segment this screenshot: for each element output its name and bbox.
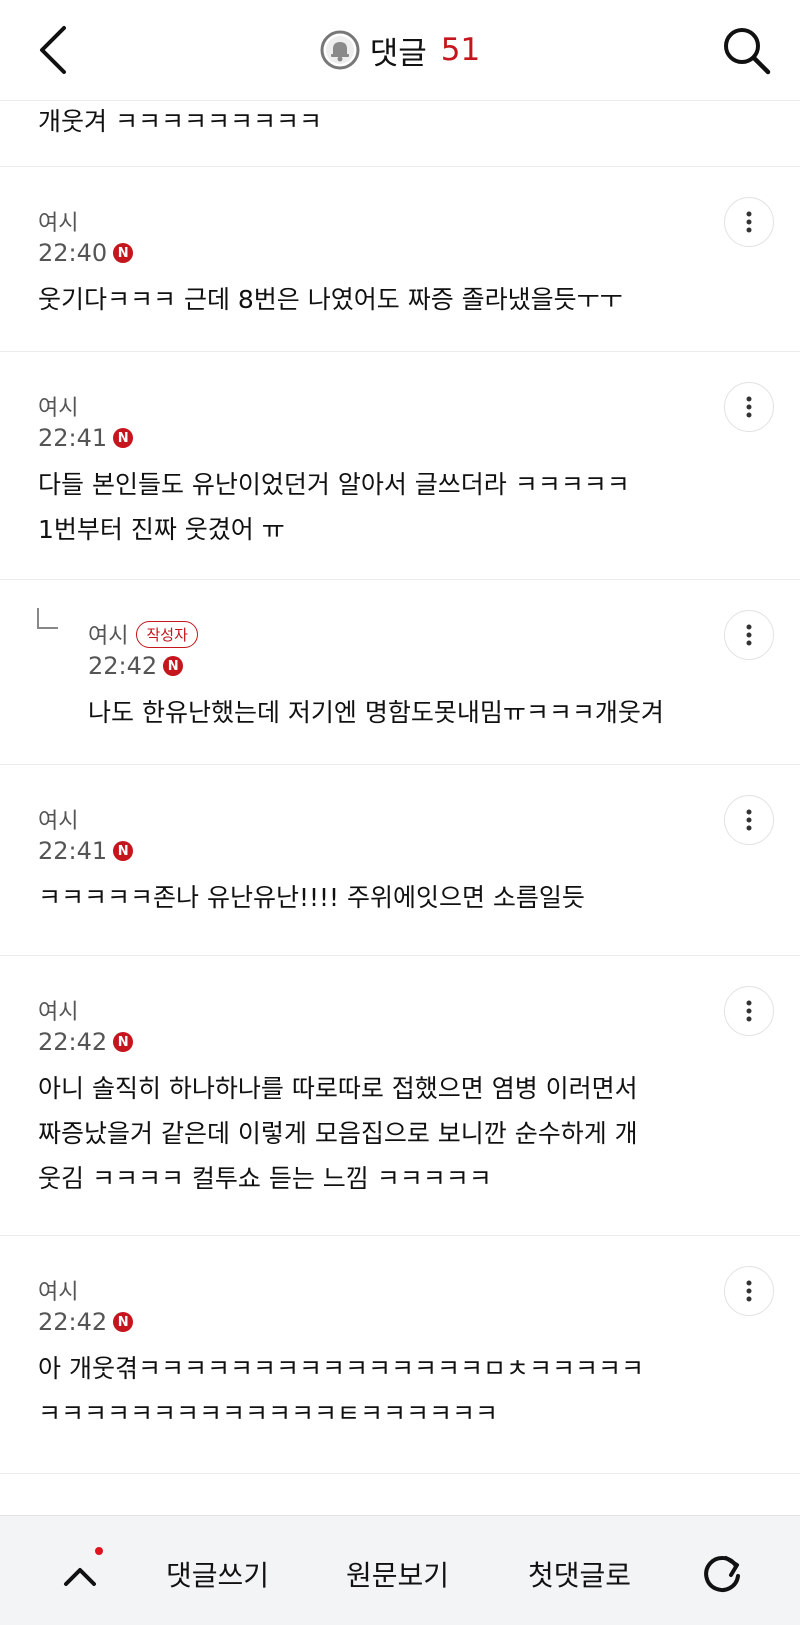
view-original-button[interactable]: 원문보기 [346, 1554, 449, 1594]
comment-time: 22:41 [38, 837, 108, 865]
new-badge: N [113, 1312, 134, 1332]
comment-time: 22:42 [88, 652, 158, 680]
bell-icon[interactable] [320, 30, 360, 70]
comment-text: 나도 한유난했는데 저기엔 명함도못내밈ㅠㅋㅋㅋ개웃겨 [88, 690, 664, 735]
comment-more-button[interactable] [724, 610, 774, 660]
more-vert-icon [746, 211, 752, 233]
new-badge: N [163, 656, 184, 676]
more-vert-icon [746, 1280, 752, 1302]
more-vert-icon [746, 624, 752, 646]
comment-item: 여시 22:42 N 아 개웃겪ㅋㅋㅋㅋㅋㅋㅋㅋㅋㅋㅋㅋㅋㅋㅋㅁㅊㅋㅋㅋㅋㅋ ㅋ… [0, 1236, 800, 1474]
comment-text: 개웃겨 ㅋㅋㅋㅋㅋㅋㅋㅋㅋ [38, 107, 322, 136]
comment-more-button[interactable] [724, 795, 774, 845]
comment-time: 22:42 [38, 1028, 108, 1056]
comment-more-button[interactable] [724, 382, 774, 432]
comment-meta: 22:42 N [38, 1028, 134, 1056]
comment-nickname[interactable]: 여시 [38, 994, 78, 1026]
comment-nickname[interactable]: 여시 [88, 624, 128, 649]
new-badge: N [113, 1032, 134, 1052]
comment-nickname[interactable]: 여시 [38, 390, 78, 422]
reply-arrow-icon [37, 608, 58, 629]
comment-line: 아니 솔직히 하나하나를 따로따로 접했으면 염병 이러면서 [38, 1074, 638, 1103]
comment-meta: 22:40 N [38, 239, 134, 267]
comment-nickname[interactable]: 여시 [38, 803, 78, 835]
more-vert-icon [746, 396, 752, 418]
comment-time: 22:40 [38, 239, 108, 267]
new-badge: N [113, 428, 134, 448]
comment-meta: 22:42 N [88, 652, 184, 680]
comment-time: 22:42 [38, 1308, 108, 1336]
refresh-icon [704, 1555, 740, 1592]
more-vert-icon [746, 809, 752, 831]
comment-text: 아니 솔직히 하나하나를 따로따로 접했으면 염병 이러면서 짜증났을거 같은데… [38, 1066, 638, 1201]
comment-line: 1번부터 진짜 웃겼어 ㅠ [38, 515, 285, 544]
comment-count: 51 [440, 32, 481, 68]
comment-nickname[interactable]: 여시 [38, 1274, 78, 1306]
notification-dot [95, 1547, 103, 1555]
comment-line: 다들 본인들도 유난이었던거 알아서 글쓰더라 ㅋㅋㅋㅋㅋ [38, 470, 630, 499]
header-title-group: 댓글 51 [0, 28, 800, 72]
comment-line: 웃김 ㅋㅋㅋㅋ 컬투쇼 듣는 느낌 ㅋㅋㅋㅋㅋ [38, 1164, 492, 1193]
comment-line: ㅋㅋㅋㅋㅋㅋㅋㅋㅋㅋㅋㅋㅋㅌㅋㅋㅋㅋㅋㅋ [38, 1399, 499, 1428]
comment-item: 여시 22:40 N 웃기다ㅋㅋㅋ 근데 8번은 나였어도 짜증 졸라냈을듯ㅜㅜ [0, 167, 800, 352]
comment-line: 웃기다ㅋㅋㅋ 근데 8번은 나였어도 짜증 졸라냈을듯ㅜㅜ [38, 285, 623, 314]
comment-nickname[interactable]: 여시 [38, 205, 78, 237]
reply-comment-item: 여시 작성자 22:42 N 나도 한유난했는데 저기엔 명함도못내밈ㅠㅋㅋㅋ개웃… [0, 580, 800, 765]
comment-list[interactable]: 개웃겨 ㅋㅋㅋㅋㅋㅋㅋㅋㅋ 여시 22:40 N 웃기다ㅋㅋㅋ 근데 8번은 나… [0, 100, 800, 1515]
write-comment-button[interactable]: 댓글쓰기 [166, 1554, 269, 1594]
search-icon [724, 28, 771, 75]
comment-item: 개웃겨 ㅋㅋㅋㅋㅋㅋㅋㅋㅋ [0, 100, 800, 167]
comment-more-button[interactable] [724, 986, 774, 1036]
more-vert-icon [746, 1000, 752, 1022]
comment-item: 여시 22:41 N 다들 본인들도 유난이었던거 알아서 글쓰더라 ㅋㅋㅋㅋㅋ… [0, 352, 800, 580]
comment-text: 웃기다ㅋㅋㅋ 근데 8번은 나였어도 짜증 졸라냈을듯ㅜㅜ [38, 277, 623, 322]
comment-more-button[interactable] [724, 197, 774, 247]
chevron-up-icon [64, 1568, 96, 1586]
refresh-button[interactable] [698, 1550, 746, 1598]
scroll-top-button[interactable] [58, 1554, 102, 1598]
page-title: 댓글 [369, 35, 427, 72]
comment-text: 다들 본인들도 유난이었던거 알아서 글쓰더라 ㅋㅋㅋㅋㅋ 1번부터 진짜 웃겼… [38, 462, 630, 552]
new-badge: N [113, 243, 134, 263]
search-button[interactable] [718, 22, 774, 78]
comment-item: 여시 22:42 N 아니 솔직히 하나하나를 따로따로 접했으면 염병 이러면… [0, 956, 800, 1236]
comment-item: 여시 22:41 N ㅋㅋㅋㅋㅋ존나 유난유난!!!! 주위에잇으면 소름일듯 [0, 765, 800, 956]
comment-text: ㅋㅋㅋㅋㅋ존나 유난유난!!!! 주위에잇으면 소름일듯 [38, 875, 585, 920]
new-badge: N [113, 841, 134, 861]
comment-line: ㅋㅋㅋㅋㅋ존나 유난유난!!!! 주위에잇으면 소름일듯 [38, 883, 585, 912]
author-badge: 작성자 [136, 621, 198, 648]
comment-line: 아 개웃겪ㅋㅋㅋㅋㅋㅋㅋㅋㅋㅋㅋㅋㅋㅋㅋㅁㅊㅋㅋㅋㅋㅋ [38, 1354, 644, 1383]
comment-line: 짜증났을거 같은데 이렇게 모음집으로 보니깐 순수하게 개 [38, 1119, 638, 1148]
comment-meta: 22:41 N [38, 837, 134, 865]
comment-nickname-row: 여시 작성자 [88, 618, 198, 650]
first-comment-button[interactable]: 첫댓글로 [528, 1554, 631, 1594]
top-bar: 댓글 51 [0, 0, 800, 101]
bottom-action-bar: 댓글쓰기 원문보기 첫댓글로 [0, 1515, 800, 1625]
comment-text: 아 개웃겪ㅋㅋㅋㅋㅋㅋㅋㅋㅋㅋㅋㅋㅋㅋㅋㅁㅊㅋㅋㅋㅋㅋ ㅋㅋㅋㅋㅋㅋㅋㅋㅋㅋㅋㅋ… [38, 1346, 644, 1436]
comment-time: 22:41 [38, 424, 108, 452]
comment-meta: 22:42 N [38, 1308, 134, 1336]
comment-line: 나도 한유난했는데 저기엔 명함도못내밈ㅠㅋㅋㅋ개웃겨 [88, 698, 664, 727]
comment-more-button[interactable] [724, 1266, 774, 1316]
comment-meta: 22:41 N [38, 424, 134, 452]
